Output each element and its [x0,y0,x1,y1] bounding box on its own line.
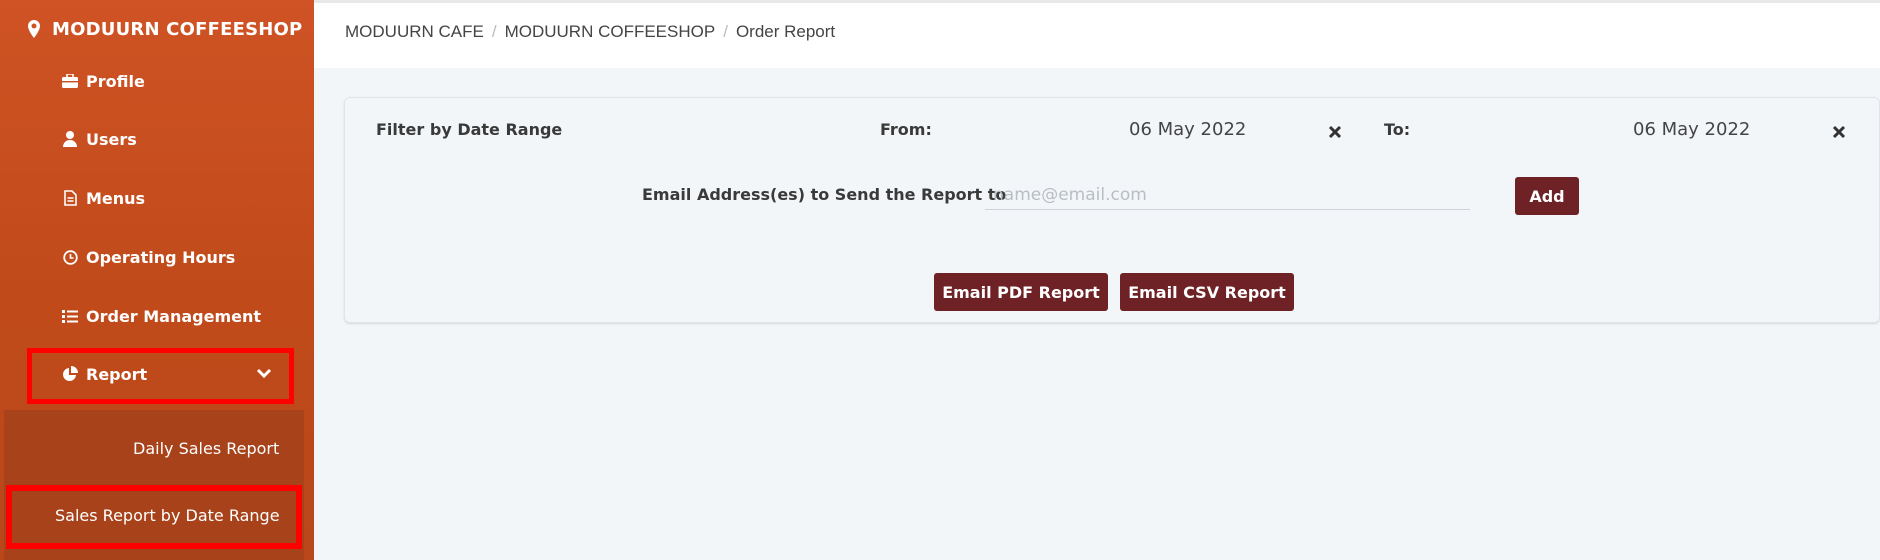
sidebar: MODUURN COFFEESHOP Profile Users Menus O… [0,0,314,560]
sidebar-item-label: Order Management [86,306,262,326]
sidebar-item-label: Users [86,129,137,149]
sidebar-item-profile[interactable]: Profile [62,69,145,93]
email-label: Email Address(es) to Send the Report to [642,185,1007,204]
brand[interactable]: MODUURN COFFEESHOP [28,16,302,42]
list-icon [62,308,78,324]
sidebar-item-label: Menus [86,188,146,208]
add-email-button[interactable]: Add [1515,177,1579,215]
sidebar-item-report[interactable]: Report [62,362,147,386]
email-input[interactable] [985,180,1470,210]
clear-from-date-icon[interactable] [1328,124,1342,139]
from-date-field[interactable]: 06 May 2022 [1129,119,1246,140]
breadcrumb-separator: / [723,22,728,41]
user-icon [62,131,78,147]
email-pdf-report-button[interactable]: Email PDF Report [934,273,1108,311]
sidebar-item-users[interactable]: Users [62,127,137,151]
pie-chart-icon [62,366,78,382]
sidebar-item-order-management[interactable]: Order Management [62,304,261,328]
chevron-down-icon[interactable] [256,365,272,381]
from-label: From: [880,120,932,139]
breadcrumb-item-coffeeshop[interactable]: MODUURN COFFEESHOP [505,22,716,42]
breadcrumb-separator: / [491,22,497,41]
sidebar-item-menus[interactable]: Menus [62,186,145,210]
breadcrumb: MODUURN CAFE / MODUURN COFFEESHOP / Orde… [345,22,835,42]
map-pin-icon [28,19,42,39]
sidebar-item-operating-hours[interactable]: Operating Hours [62,245,235,269]
briefcase-icon [62,73,78,89]
to-date-field[interactable]: 06 May 2022 [1633,119,1750,140]
submenu-item-daily-sales-report[interactable]: Daily Sales Report [133,439,279,458]
filter-title: Filter by Date Range [376,120,563,139]
document-icon [62,190,78,206]
clear-to-date-icon[interactable] [1832,124,1846,139]
sidebar-item-label: Operating Hours [86,247,236,267]
brand-name: MODUURN COFFEESHOP [52,18,303,40]
clock-icon [62,249,78,265]
to-label: To: [1384,120,1411,139]
breadcrumb-item-cafe[interactable]: MODUURN CAFE [345,22,484,42]
sidebar-item-label: Report [86,364,148,384]
sidebar-item-label: Profile [86,71,145,91]
email-csv-report-button[interactable]: Email CSV Report [1120,273,1294,311]
breadcrumb-item-current: Order Report [735,22,836,41]
submenu-highlight [6,485,302,549]
